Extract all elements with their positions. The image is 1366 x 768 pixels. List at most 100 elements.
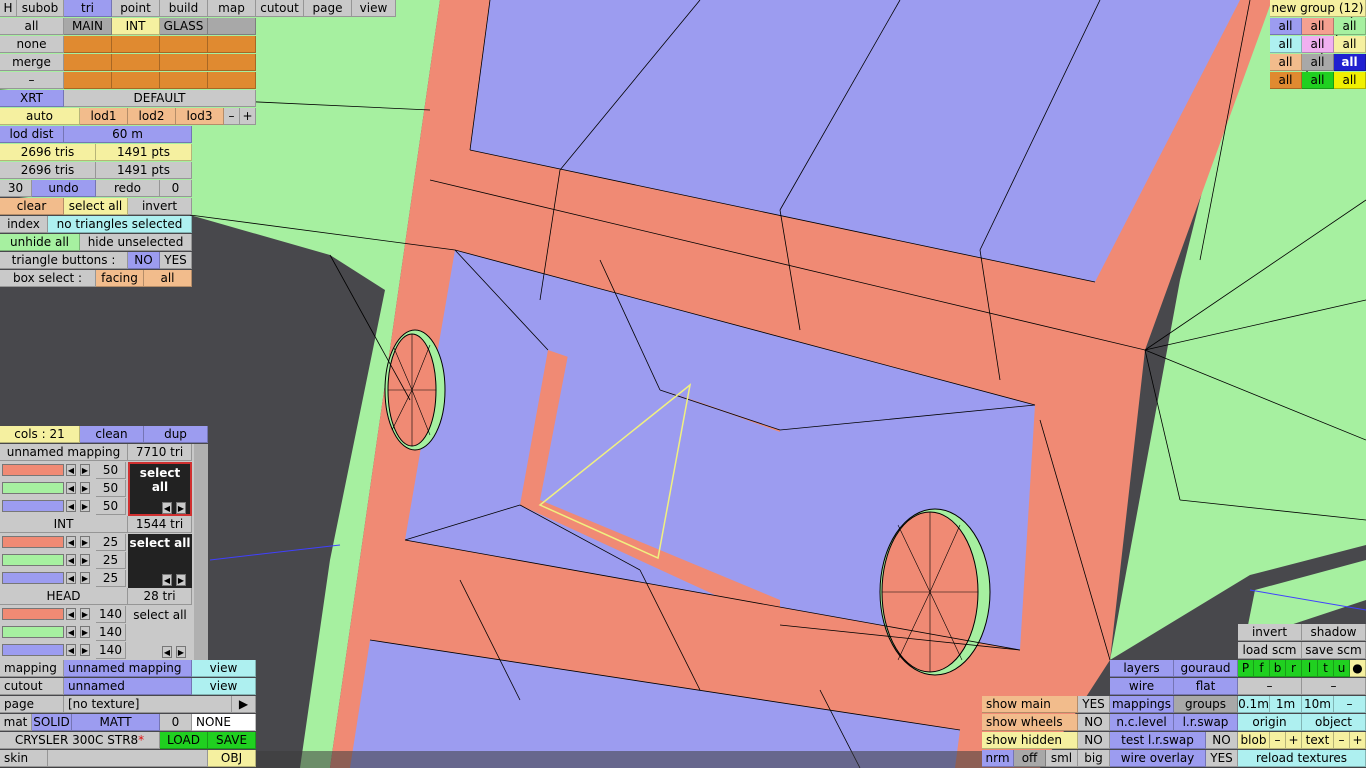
- group-swatch[interactable]: all: [1334, 54, 1366, 71]
- group-swatch[interactable]: all: [1334, 36, 1366, 53]
- slider-left-icon[interactable]: ◀: [66, 626, 76, 638]
- mappings-button[interactable]: mappings: [1110, 696, 1174, 713]
- cutout-value[interactable]: unnamed: [64, 678, 192, 695]
- mapping-name[interactable]: unnamed mapping: [0, 444, 128, 461]
- dash-right[interactable]: –: [1302, 678, 1366, 695]
- load-button[interactable]: LOAD: [160, 732, 208, 749]
- cell-merge-1[interactable]: [64, 54, 112, 71]
- text-plus[interactable]: +: [1350, 732, 1366, 749]
- text-button[interactable]: text: [1302, 732, 1334, 749]
- view-letter-t[interactable]: t: [1318, 660, 1334, 677]
- cell-none-4[interactable]: [208, 36, 256, 53]
- slider-right-icon[interactable]: ▶: [80, 554, 90, 566]
- dist-10m[interactable]: 10m: [1302, 696, 1334, 713]
- show-wheels-button[interactable]: show wheels: [982, 714, 1078, 731]
- point-tab[interactable]: point: [112, 0, 160, 17]
- mapping-value[interactable]: unnamed mapping: [64, 660, 192, 677]
- lod-dist-value[interactable]: 60 m: [64, 126, 192, 143]
- dist-1m[interactable]: 1m: [1270, 696, 1302, 713]
- red-slider[interactable]: [2, 536, 64, 548]
- index-button[interactable]: index: [0, 216, 48, 233]
- dist-0-1m[interactable]: 0.1m: [1238, 696, 1270, 713]
- skin-field[interactable]: [48, 750, 208, 767]
- slider-left-icon[interactable]: ◀: [66, 500, 76, 512]
- wire-overlay-yes[interactable]: YES: [1206, 750, 1238, 767]
- lod2-button[interactable]: lod2: [128, 108, 176, 125]
- cutout-view-button[interactable]: view: [192, 678, 256, 695]
- swatch-right-icon[interactable]: ▶: [176, 574, 186, 586]
- object-button[interactable]: object: [1302, 714, 1366, 731]
- cutout-tab[interactable]: cutout: [256, 0, 304, 17]
- page-tab[interactable]: page: [304, 0, 352, 17]
- group-empty[interactable]: [208, 18, 256, 35]
- solid-button[interactable]: SOLID: [32, 714, 72, 731]
- save-button[interactable]: SAVE: [208, 732, 256, 749]
- group-swatch[interactable]: all: [1302, 18, 1334, 35]
- clean-button[interactable]: clean: [80, 426, 144, 443]
- slider-right-icon[interactable]: ▶: [80, 608, 90, 620]
- cell-none-1[interactable]: [64, 36, 112, 53]
- wire-button[interactable]: wire: [1110, 678, 1174, 695]
- slider-left-icon[interactable]: ◀: [66, 554, 76, 566]
- unhide-all-button[interactable]: unhide all: [0, 234, 80, 251]
- groups-button[interactable]: groups: [1174, 696, 1238, 713]
- l-r-swap-button[interactable]: l.r.swap: [1174, 714, 1238, 731]
- play-icon[interactable]: ▶: [232, 696, 256, 713]
- lod-minus[interactable]: –: [224, 108, 240, 125]
- slider-left-icon[interactable]: ◀: [66, 464, 76, 476]
- origin-button[interactable]: origin: [1238, 714, 1302, 731]
- tri-tab[interactable]: tri: [64, 0, 112, 17]
- wire-overlay-button[interactable]: wire overlay: [1110, 750, 1206, 767]
- group-all[interactable]: all: [0, 18, 64, 35]
- dash-left[interactable]: –: [1238, 678, 1302, 695]
- blob-plus[interactable]: +: [1286, 732, 1302, 749]
- select-all-button[interactable]: select all: [64, 198, 128, 215]
- group-swatch[interactable]: all: [1270, 18, 1302, 35]
- slider-right-icon[interactable]: ▶: [80, 626, 90, 638]
- swatch-left-icon[interactable]: ◀: [162, 574, 172, 586]
- load-scm-button[interactable]: load scm: [1238, 642, 1302, 659]
- slider-left-icon[interactable]: ◀: [66, 572, 76, 584]
- blob-button[interactable]: blob: [1238, 732, 1270, 749]
- red-slider[interactable]: [2, 464, 64, 476]
- slider-right-icon[interactable]: ▶: [80, 536, 90, 548]
- shadow-button[interactable]: shadow: [1302, 624, 1366, 641]
- blue-slider[interactable]: [2, 644, 64, 656]
- show-main-button[interactable]: show main: [982, 696, 1078, 713]
- mapping-name[interactable]: HEAD: [0, 588, 128, 605]
- group-glass[interactable]: GLASS: [160, 18, 208, 35]
- page-value[interactable]: [no texture]: [64, 696, 232, 713]
- swatch-left-icon[interactable]: ◀: [162, 502, 172, 514]
- invert-normals-button[interactable]: invert: [1238, 624, 1302, 641]
- view-letter-u[interactable]: u: [1334, 660, 1350, 677]
- redo-button[interactable]: redo: [96, 180, 160, 197]
- map-tab[interactable]: map: [208, 0, 256, 17]
- view-letter-b[interactable]: b: [1270, 660, 1286, 677]
- subob-tab[interactable]: subob: [17, 0, 64, 17]
- group-swatch[interactable]: all: [1302, 72, 1334, 89]
- group-swatch[interactable]: all: [1270, 54, 1302, 71]
- none-button[interactable]: none: [0, 36, 64, 53]
- test-swap-no[interactable]: NO: [1206, 732, 1238, 749]
- box-select-all[interactable]: all: [144, 270, 192, 287]
- slider-left-icon[interactable]: ◀: [66, 482, 76, 494]
- xrt-button[interactable]: XRT: [0, 90, 64, 107]
- mapping-name[interactable]: INT: [0, 516, 128, 533]
- cell-none-2[interactable]: [112, 36, 160, 53]
- obj-button[interactable]: OBJ: [208, 750, 256, 767]
- group-swatch[interactable]: all: [1270, 72, 1302, 89]
- slider-right-icon[interactable]: ▶: [80, 572, 90, 584]
- dot-icon[interactable]: ●: [1350, 660, 1366, 677]
- tri-buttons-no[interactable]: NO: [128, 252, 160, 269]
- clear-button[interactable]: clear: [0, 198, 64, 215]
- cell-dash-1[interactable]: [64, 72, 112, 89]
- view-tab[interactable]: view: [352, 0, 396, 17]
- green-slider[interactable]: [2, 626, 64, 638]
- off-button[interactable]: off: [1014, 750, 1046, 767]
- merge-button[interactable]: merge: [0, 54, 64, 71]
- n-c-level-button[interactable]: n.c.level: [1110, 714, 1174, 731]
- tri-buttons-yes[interactable]: YES: [160, 252, 192, 269]
- swatch-right-icon[interactable]: ▶: [176, 646, 186, 658]
- swatch-right-icon[interactable]: ▶: [176, 502, 186, 514]
- new-group-title[interactable]: new group (12): [1270, 0, 1366, 17]
